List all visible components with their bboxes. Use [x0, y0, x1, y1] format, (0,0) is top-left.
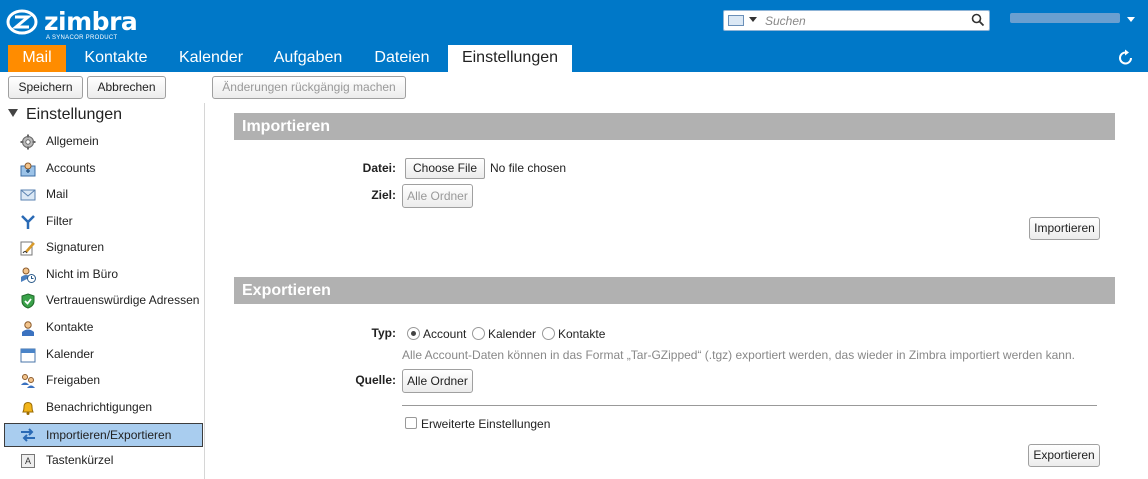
sidebar-item-label: Benachrichtigungen	[46, 400, 153, 414]
search-scope-dropdown-icon[interactable]	[749, 17, 757, 22]
sidebar-item-shortcuts[interactable]: A Tastenkürzel	[4, 449, 203, 473]
sidebar-item-label: Kalender	[46, 347, 95, 361]
target-label: Ziel:	[371, 188, 396, 202]
advanced-settings-label[interactable]: Erweiterte Einstellungen	[421, 417, 550, 431]
sidebar-item-calendar[interactable]: Kalender	[4, 343, 203, 367]
shield-icon	[21, 293, 35, 309]
no-file-text: No file chosen	[490, 161, 567, 175]
sidebar-item-label: Signaturen	[46, 240, 105, 254]
sidebar-item-label: Vertrauenswürdige Adressen	[46, 293, 200, 307]
sidebar-item-label: Tastenkürzel	[46, 453, 114, 467]
radio-type-contacts-label: Kontakte	[558, 327, 606, 341]
divider	[402, 405, 1097, 406]
undo-changes-button[interactable]: Änderungen rückgängig machen	[212, 76, 406, 99]
target-folder-button[interactable]: Alle Ordner	[402, 184, 473, 208]
advanced-settings-checkbox[interactable]	[405, 417, 417, 429]
main-content: Importieren Datei: Choose File No file c…	[206, 103, 1148, 479]
source-label: Quelle:	[355, 373, 396, 387]
sidebar-item-accounts[interactable]: Accounts	[4, 157, 203, 181]
sharing-icon	[21, 374, 35, 388]
sidebar-item-label: Kontakte	[46, 320, 94, 334]
radio-type-calendar-label: Kalender	[488, 327, 537, 341]
user-menu-chevron-down-icon[interactable]	[1127, 17, 1135, 22]
search-scope-mail-icon[interactable]	[728, 15, 744, 26]
toolbar: Speichern Abbrechen Änderungen rückgängi…	[0, 72, 1148, 103]
sidebar-item-signatures[interactable]: Signaturen	[4, 236, 203, 260]
gear-icon	[20, 134, 36, 150]
sidebar-item-label: Accounts	[46, 161, 96, 175]
tab-mail[interactable]: Mail	[8, 45, 66, 72]
sidebar-title: Einstellungen	[26, 106, 123, 123]
logo-text: zimbra	[44, 7, 138, 36]
source-folder-button[interactable]: Alle Ordner	[402, 369, 473, 393]
collapse-triangle-icon[interactable]	[8, 109, 18, 117]
sidebar-item-label: Nicht im Büro	[46, 267, 119, 281]
tab-calendar[interactable]: Kalender	[164, 45, 258, 72]
radio-type-account-label: Account	[423, 327, 467, 341]
sidebar-item-out-of-office[interactable]: Nicht im Büro	[4, 263, 203, 287]
type-label: Typ:	[371, 326, 396, 340]
sidebar-header[interactable]: Einstellungen	[8, 106, 122, 124]
tab-settings[interactable]: Einstellungen	[448, 45, 572, 72]
sidebar-item-sharing[interactable]: Freigaben	[4, 369, 203, 393]
signature-icon	[20, 241, 35, 256]
out-of-office-icon	[21, 267, 36, 283]
tab-files[interactable]: Dateien	[358, 45, 446, 72]
sidebar-item-notifications[interactable]: Benachrichtigungen	[4, 396, 203, 420]
search-input[interactable]: Suchen	[765, 14, 806, 28]
radio-type-contacts[interactable]	[542, 327, 555, 340]
top-bar: zimbra A SYNACOR PRODUCT Suchen Mail Kon…	[0, 0, 1148, 72]
sidebar-item-label: Freigaben	[46, 373, 101, 387]
logo-icon	[6, 9, 38, 35]
sidebar-item-label: Filter	[46, 214, 73, 228]
contact-icon	[22, 321, 34, 336]
sidebar-item-label: Mail	[46, 187, 69, 201]
sidebar-item-import-export[interactable]: Importieren/Exportieren	[4, 423, 203, 447]
sidebar-item-mail[interactable]: Mail	[4, 183, 203, 207]
app-tabs: Mail Kontakte Kalender Aufgaben Dateien …	[0, 45, 1100, 72]
tab-tasks[interactable]: Aufgaben	[260, 45, 356, 72]
search-box[interactable]: Suchen	[723, 10, 990, 31]
settings-sidebar: Einstellungen Allgemein Accounts Mail Fi…	[0, 103, 205, 479]
save-button[interactable]: Speichern	[8, 76, 83, 99]
refresh-icon[interactable]	[1117, 49, 1135, 67]
radio-type-account[interactable]	[407, 327, 420, 340]
sidebar-item-general[interactable]: Allgemein	[4, 130, 203, 154]
sidebar-item-contacts[interactable]: Kontakte	[4, 316, 203, 340]
bell-icon	[22, 401, 34, 415]
accounts-icon	[20, 162, 36, 177]
import-button[interactable]: Importieren	[1029, 217, 1100, 240]
search-icon[interactable]	[971, 13, 985, 27]
file-label: Datei:	[362, 161, 396, 175]
choose-file-button[interactable]: Choose File	[405, 158, 485, 179]
sidebar-item-trusted-addresses[interactable]: Vertrauenswürdige Adressen	[4, 289, 203, 313]
logo-subtitle: A SYNACOR PRODUCT	[46, 35, 118, 41]
sidebar-item-filter[interactable]: Filter	[4, 210, 203, 234]
zimbra-logo[interactable]: zimbra A SYNACOR PRODUCT	[6, 7, 138, 41]
filter-icon	[21, 215, 35, 229]
import-section-header: Importieren	[234, 113, 1115, 140]
calendar-icon	[20, 348, 36, 363]
user-name-blurred[interactable]	[1010, 13, 1120, 23]
export-button[interactable]: Exportieren	[1028, 444, 1100, 467]
export-section-header: Exportieren	[234, 277, 1115, 304]
tab-contacts[interactable]: Kontakte	[70, 45, 162, 72]
svg-text:A: A	[25, 456, 31, 466]
sidebar-item-label: Allgemein	[46, 134, 99, 148]
envelope-icon	[20, 189, 36, 201]
import-export-icon	[21, 428, 35, 442]
radio-type-calendar[interactable]	[472, 327, 485, 340]
keyboard-icon: A	[21, 454, 35, 468]
sidebar-item-label: Importieren/Exportieren	[46, 428, 172, 442]
export-hint-text: Alle Account-Daten können in das Format …	[402, 348, 1075, 362]
cancel-button[interactable]: Abbrechen	[87, 76, 166, 99]
